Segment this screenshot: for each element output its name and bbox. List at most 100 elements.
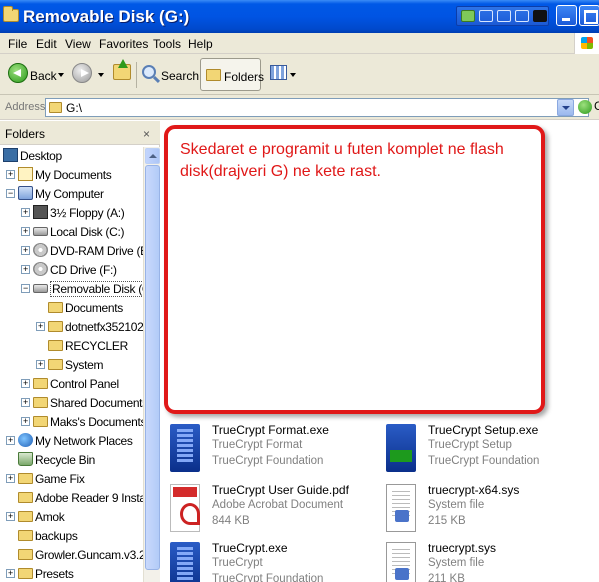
address-input[interactable]: G:\ [45,98,589,117]
file-type: System file [428,557,485,569]
menu-favorites[interactable]: Favorites [99,37,148,51]
title-bar[interactable]: Removable Disk (G:) [0,0,599,33]
expand-icon[interactable]: + [21,227,30,236]
file-item[interactable]: TrueCrypt Format.exe TrueCrypt Format True… [170,422,380,478]
tree-item-label: System [65,358,104,372]
tree-item[interactable]: Recycle Bin [0,451,143,470]
search-button[interactable]: Search [161,69,199,83]
window-icon[interactable] [497,10,511,22]
expand-icon[interactable]: + [6,474,15,483]
up-folder-icon[interactable] [113,59,131,80]
folder-icon [18,511,33,522]
expand-icon[interactable]: + [36,322,45,331]
tree-item[interactable]: + System [0,356,143,375]
folders-button[interactable]: Folders [200,58,264,91]
forward-dropdown-icon[interactable] [98,73,104,77]
blank-icon[interactable] [533,10,547,22]
file-name: TrueCrypt Format.exe [212,423,329,437]
tree-item[interactable]: + My Documents [0,166,143,185]
file-item[interactable]: TrueCrypt.exe TrueCrypt TrueCrypt Foundati… [170,540,380,582]
file-name: TrueCrypt.exe [212,541,288,555]
folder-icon [48,302,63,313]
tree-item[interactable]: + Amok [0,508,143,527]
file-item[interactable]: truecrypt.sys System file 211 KB [386,540,596,582]
menu-tools[interactable]: Tools [153,37,181,51]
tree-item[interactable]: + Local Disk (C:) [0,223,143,242]
expand-icon[interactable]: + [21,265,30,274]
window-icon[interactable] [515,10,529,22]
expand-icon[interactable]: + [6,512,15,521]
folder-tree: Desktop + My Documents − My Computer +3½ Flop… [0,147,143,582]
expand-icon[interactable]: + [21,208,30,217]
maximize-button[interactable] [579,5,599,26]
window-icon[interactable] [479,10,493,22]
tree-item[interactable]: + Maks's Documents [0,413,143,432]
expand-icon[interactable]: + [21,398,30,407]
expand-icon[interactable]: + [21,246,30,255]
expand-icon[interactable]: + [6,170,15,179]
menu-help[interactable]: Help [188,37,213,51]
collapse-icon[interactable]: − [21,284,30,293]
tree-item[interactable]: − Removable Disk (G:) [0,280,143,299]
tree-item[interactable]: Growler.Guncam.v3.2.6. [0,546,143,565]
tree-item[interactable]: Desktop [0,147,143,166]
nvidia-icon[interactable] [461,10,475,22]
menu-edit[interactable]: Edit [36,37,57,51]
minimize-button[interactable] [556,5,577,26]
scroll-up-icon[interactable] [145,148,160,164]
forward-arrow-icon[interactable] [72,63,92,83]
back-button[interactable]: Back [30,69,57,83]
back-arrow-icon[interactable] [8,63,28,83]
menu-file[interactable]: File [8,37,27,51]
tree-item-label: Presets [35,567,74,581]
removable-disk-icon [33,284,48,293]
views-dropdown-icon[interactable] [290,73,296,77]
scroll-thumb[interactable] [145,165,160,570]
search-icon[interactable] [142,65,156,79]
folder-icon [3,6,19,22]
tree-item[interactable]: backups [0,527,143,546]
tree-item[interactable]: + DVD-RAM Drive (E:) [0,242,143,261]
folders-pane: Folders × Desktop + My Documents − My Comput… [0,121,160,582]
tree-item[interactable]: + My Network Places [0,432,143,451]
back-dropdown-icon[interactable] [58,73,64,77]
address-dropdown-icon[interactable] [557,99,574,116]
expand-icon[interactable]: + [21,379,30,388]
tree-item[interactable]: + Presets [0,565,143,582]
tree-item[interactable]: − My Computer [0,185,143,204]
tree-item[interactable]: Documents [0,299,143,318]
tree-item[interactable]: + CD Drive (F:) [0,261,143,280]
folder-icon [18,530,33,541]
tree-item[interactable]: +3½ Floppy (A:) [0,204,143,223]
collapse-icon[interactable]: − [6,189,15,198]
tree-item[interactable]: + dotnetfx3521022.l [0,318,143,337]
go-label: G [594,99,599,113]
expand-icon[interactable]: + [21,417,30,426]
my-documents-icon [18,167,33,181]
menu-view[interactable]: View [65,37,91,51]
tree-item[interactable]: + Control Panel [0,375,143,394]
tree-item[interactable]: RECYCLER [0,337,143,356]
file-item[interactable]: TrueCrypt User Guide.pdf Adobe Acrobat Do… [170,482,380,538]
close-folders-pane-icon[interactable]: × [143,127,150,141]
folder-icon [33,397,48,408]
file-type: TrueCrypt [212,557,263,569]
floppy-icon [33,205,48,219]
file-item[interactable]: truecrypt-x64.sys System file 215 KB [386,482,596,538]
windows-logo-icon [574,33,599,54]
tree-item-label: CD Drive (F:) [50,263,117,277]
folder-icon [49,102,62,113]
expand-icon[interactable]: + [6,569,15,578]
expand-icon[interactable]: + [36,360,45,369]
tree-item[interactable]: Adobe Reader 9 Installer [0,489,143,508]
views-icon[interactable] [270,65,287,80]
control-panel-icon [33,378,48,389]
computer-icon [18,186,33,200]
tree-item[interactable]: + Game Fix [0,470,143,489]
tree-item[interactable]: + Shared Documents [0,394,143,413]
expand-icon[interactable]: + [6,436,15,445]
folders-scrollbar[interactable] [143,147,160,582]
file-item[interactable]: TrueCrypt Setup.exe TrueCrypt Setup TrueCr… [386,422,596,478]
go-button[interactable]: G [577,99,599,116]
folder-icon [18,473,33,484]
